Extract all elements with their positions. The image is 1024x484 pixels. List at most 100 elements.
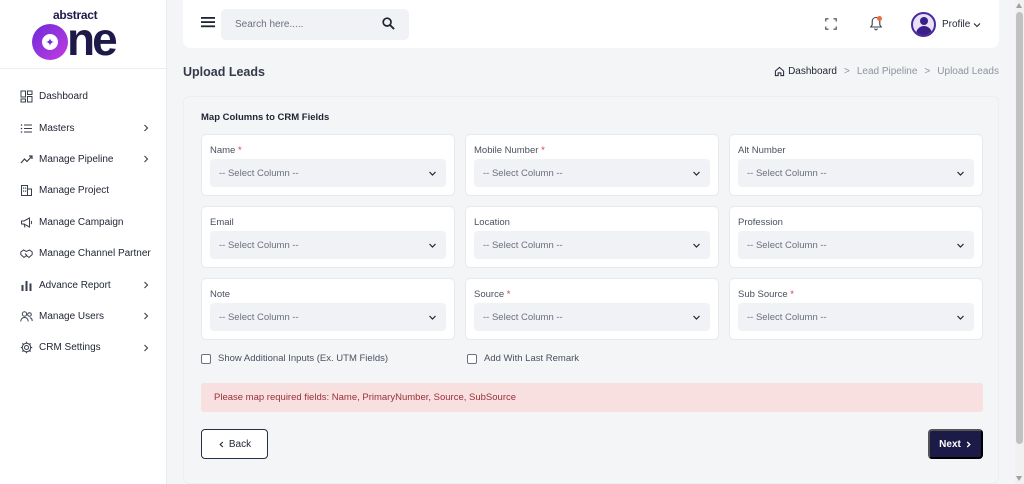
card-title: Map Columns to CRM Fields xyxy=(201,112,330,123)
breadcrumb-current: Upload Leads xyxy=(937,66,999,77)
chevron-right-icon xyxy=(144,281,149,289)
source-column-select[interactable]: -- Select Column -- xyxy=(474,303,710,331)
sidebar-item-label: Manage Project xyxy=(39,185,110,197)
search-box xyxy=(221,9,409,40)
breadcrumb-separator: > xyxy=(843,66,850,77)
mobile-number-column-select[interactable]: -- Select Column -- xyxy=(474,159,710,187)
top-bar: Profile xyxy=(183,0,999,48)
handshake-icon xyxy=(20,247,33,260)
sidebar-item-manage-pipeline[interactable]: Manage Pipeline xyxy=(0,144,166,175)
brand-logo: abstract ne ✦ xyxy=(31,8,135,65)
field-label: Note xyxy=(210,289,231,300)
checkbox-label: Add With Last Remark xyxy=(484,353,580,364)
field-mobile-number: Mobile Number * -- Select Column -- xyxy=(465,134,719,196)
sidebar-item-label: Dashboard xyxy=(39,91,88,103)
chevron-down-icon xyxy=(429,315,436,320)
select-value: -- Select Column -- xyxy=(219,167,299,179)
users-icon xyxy=(20,310,33,323)
select-value: -- Select Column -- xyxy=(747,167,827,179)
sidebar-item-advance-report[interactable]: Advance Report xyxy=(0,269,166,300)
select-value: -- Select Column -- xyxy=(483,311,563,323)
avatar[interactable] xyxy=(911,12,936,37)
chevron-down-icon xyxy=(957,243,964,248)
chevron-right-icon xyxy=(966,441,971,447)
logo[interactable]: abstract ne ✦ xyxy=(0,0,166,69)
sidebar-item-label: Advance Report xyxy=(39,279,111,291)
sidebar-item-manage-project[interactable]: Manage Project xyxy=(0,175,166,206)
scroll-down-arrow-icon[interactable] xyxy=(1016,476,1022,481)
hamburger-menu-icon[interactable] xyxy=(201,16,215,28)
scrollbar-thumb[interactable] xyxy=(1016,12,1023,444)
field-email: Email -- Select Column -- xyxy=(201,206,455,268)
sidebar: abstract ne ✦ Dashboard Masters Manage Pip… xyxy=(0,0,167,484)
sub-source-column-select[interactable]: -- Select Column -- xyxy=(738,303,974,331)
field-label: Alt Number xyxy=(738,145,786,156)
search-icon[interactable] xyxy=(382,17,395,30)
sidebar-item-manage-channel-partner[interactable]: Manage Channel Partner xyxy=(0,238,166,269)
breadcrumb-separator: > xyxy=(924,66,931,77)
checkbox-box[interactable] xyxy=(467,353,477,364)
chevron-right-icon xyxy=(144,156,149,163)
field-note: Note -- Select Column -- xyxy=(201,278,455,340)
breadcrumb-home-label: Dashboard xyxy=(788,66,837,77)
note-column-select[interactable]: -- Select Column -- xyxy=(210,303,446,331)
sidebar-item-label: CRM Settings xyxy=(39,342,101,354)
pipeline-icon xyxy=(20,153,33,166)
select-value: -- Select Column -- xyxy=(747,239,827,251)
show-additional-inputs-checkbox[interactable]: Show Additional Inputs (Ex. UTM Fields) xyxy=(201,353,388,364)
add-with-last-remark-checkbox[interactable]: Add With Last Remark xyxy=(467,353,579,364)
field-label: Source * xyxy=(474,289,511,300)
email-column-select[interactable]: -- Select Column -- xyxy=(210,231,446,259)
sidebar-item-manage-campaign[interactable]: Manage Campaign xyxy=(0,207,166,238)
sidebar-item-label: Manage Pipeline xyxy=(39,153,114,165)
field-label: Email xyxy=(210,217,234,228)
sidebar-nav: Dashboard Masters Manage Pipeline Manage Pr… xyxy=(0,69,166,364)
sidebar-item-label: Manage Channel Partner xyxy=(39,248,151,260)
home-icon xyxy=(774,66,785,77)
notification-dot xyxy=(877,16,882,21)
required-asterisk: * xyxy=(790,289,794,300)
fullscreen-icon[interactable] xyxy=(825,18,837,30)
scroll-up-arrow-icon[interactable] xyxy=(1016,3,1022,8)
field-source: Source * -- Select Column -- xyxy=(465,278,719,340)
breadcrumb: Dashboard > Lead Pipeline > Upload Leads xyxy=(774,66,999,77)
field-sub-source: Sub Source * -- Select Column -- xyxy=(729,278,983,340)
breadcrumb-home[interactable]: Dashboard xyxy=(774,66,837,77)
location-column-select[interactable]: -- Select Column -- xyxy=(474,231,710,259)
sidebar-item-masters[interactable]: Masters xyxy=(0,112,166,143)
field-label: Name * xyxy=(210,145,242,156)
gear-icon xyxy=(20,341,33,354)
required-asterisk: * xyxy=(541,145,545,156)
sidebar-item-manage-users[interactable]: Manage Users xyxy=(0,301,166,332)
profile-label: Profile xyxy=(942,19,971,30)
next-button[interactable]: Next xyxy=(928,429,983,459)
field-label: Location xyxy=(474,217,510,228)
sidebar-item-dashboard[interactable]: Dashboard xyxy=(0,81,166,112)
chevron-down-icon xyxy=(957,315,964,320)
select-value: -- Select Column -- xyxy=(747,311,827,323)
alt-number-column-select[interactable]: -- Select Column -- xyxy=(738,159,974,187)
checkbox-box[interactable] xyxy=(201,353,211,364)
profile-menu[interactable]: Profile xyxy=(942,19,981,30)
dashboard-icon xyxy=(20,90,33,103)
profession-column-select[interactable]: -- Select Column -- xyxy=(738,231,974,259)
back-button[interactable]: Back xyxy=(201,429,268,459)
select-value: -- Select Column -- xyxy=(483,167,563,179)
sidebar-item-crm-settings[interactable]: CRM Settings xyxy=(0,332,166,363)
select-value: -- Select Column -- xyxy=(219,311,299,323)
field-label: Mobile Number * xyxy=(474,145,545,156)
field-location: Location -- Select Column -- xyxy=(465,206,719,268)
sidebar-item-label: Manage Campaign xyxy=(39,216,124,228)
breadcrumb-lead-pipeline[interactable]: Lead Pipeline xyxy=(857,66,918,77)
validation-alert: Please map required fields: Name, Primar… xyxy=(201,383,983,412)
page-scrollbar[interactable] xyxy=(1015,0,1024,484)
field-profession: Profession -- Select Column -- xyxy=(729,206,983,268)
name-column-select[interactable]: -- Select Column -- xyxy=(210,159,446,187)
chevron-right-icon xyxy=(144,344,149,352)
chevron-down-icon xyxy=(693,171,700,176)
search-input[interactable] xyxy=(221,19,371,30)
chevron-right-icon xyxy=(144,313,149,320)
chevron-down-icon xyxy=(693,243,700,248)
chevron-down-icon xyxy=(429,171,436,176)
megaphone-icon xyxy=(20,216,33,229)
